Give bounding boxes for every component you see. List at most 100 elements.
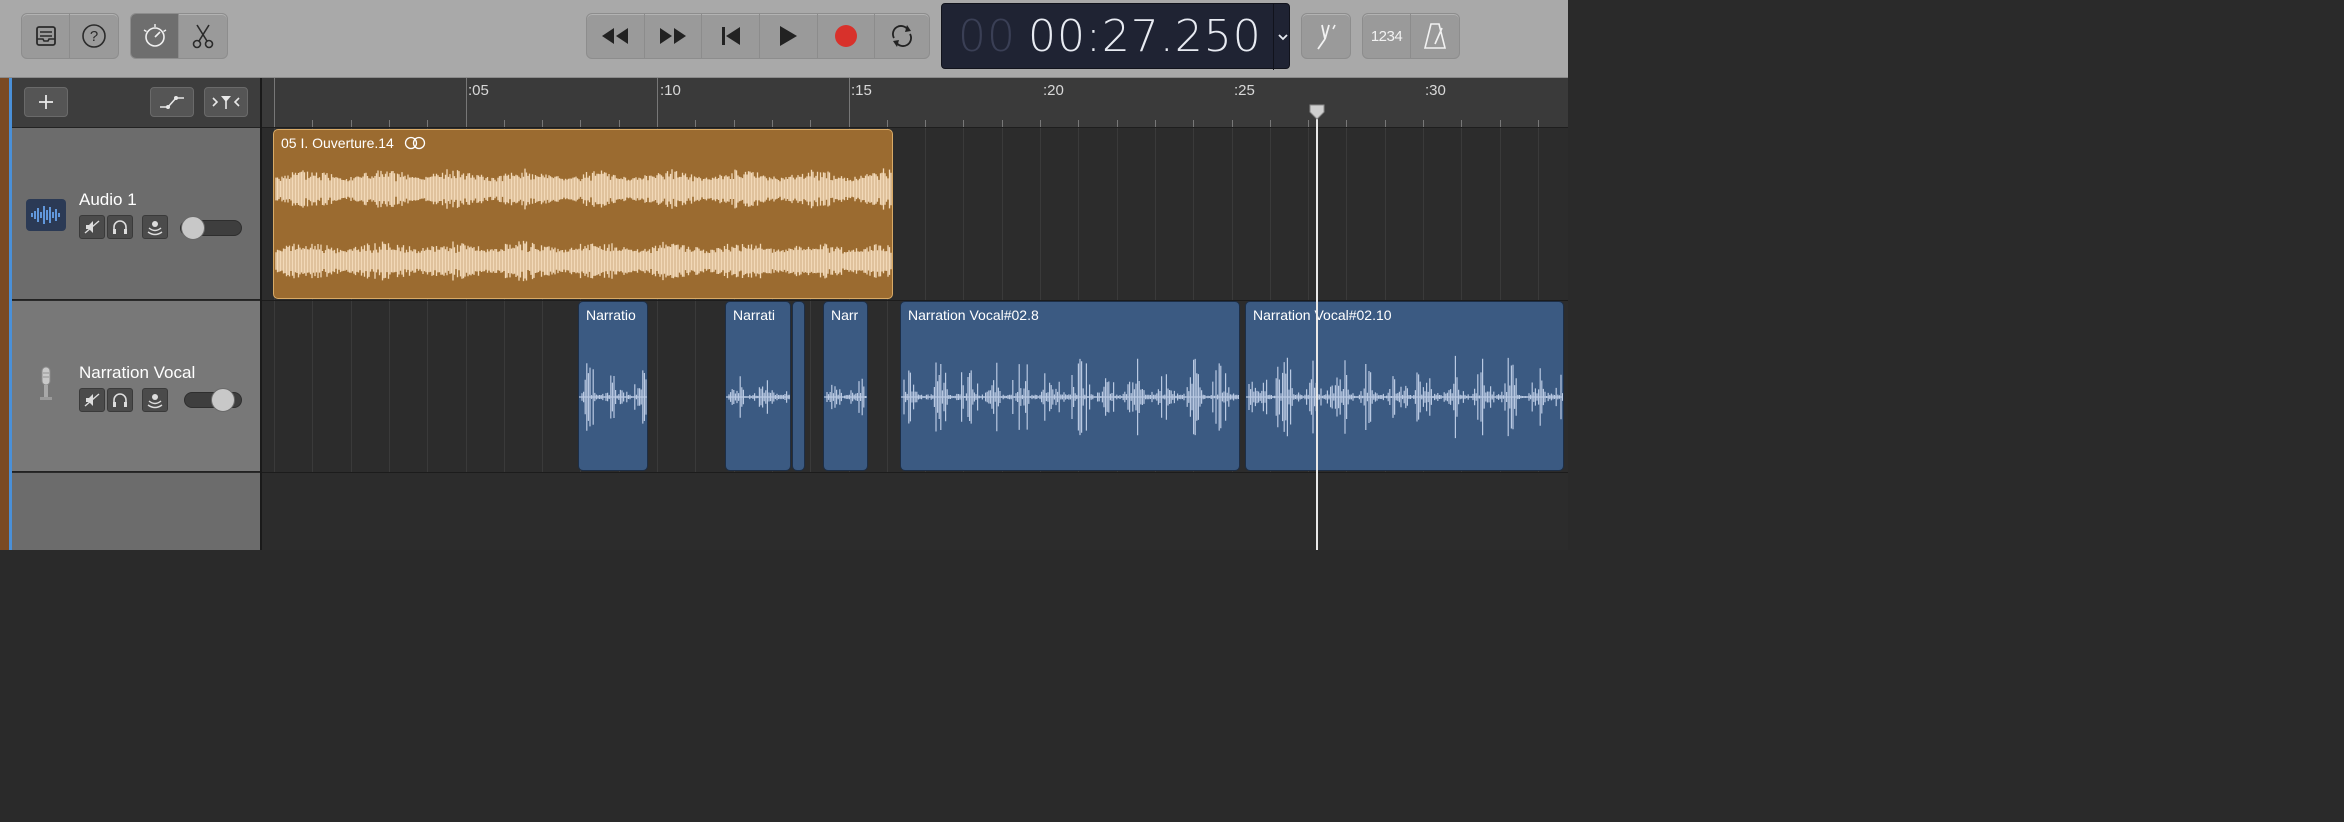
- record-icon: [834, 25, 857, 47]
- plus-icon: [39, 95, 53, 109]
- voice-region[interactable]: [792, 301, 805, 471]
- tuner-button[interactable]: [1302, 14, 1350, 58]
- region-label: Narration Vocal#02.8: [908, 307, 1039, 323]
- track-header-audio-1[interactable]: Audio 1: [12, 128, 260, 300]
- count-in-label: 1234: [1370, 27, 1403, 45]
- library-button[interactable]: [22, 14, 70, 58]
- region-label: Narratio: [586, 307, 636, 323]
- solo-button[interactable]: [107, 215, 133, 239]
- help-icon: ?: [82, 24, 106, 48]
- metronome-button[interactable]: [1411, 14, 1459, 58]
- waveform: [901, 358, 1239, 436]
- ruler-tick: [1384, 120, 1386, 127]
- voice-region[interactable]: Narrati: [725, 301, 791, 471]
- library-icon: [35, 26, 56, 46]
- play-button[interactable]: [760, 14, 818, 58]
- cycle-icon: [892, 25, 913, 47]
- transport-controls: [586, 13, 930, 59]
- fast-forward-icon: [659, 28, 686, 44]
- ruler-tick: [1346, 120, 1348, 127]
- waveform-path: [275, 240, 892, 282]
- solo-headphones-icon: [113, 220, 127, 234]
- track-name-audio-1[interactable]: Audio 1: [79, 190, 137, 210]
- rewind-icon: [602, 28, 629, 44]
- ruler-tick: [1231, 120, 1233, 127]
- waveform: [824, 378, 867, 416]
- go-to-beginning-button[interactable]: [702, 14, 760, 58]
- tuner-icon: [1317, 24, 1336, 50]
- region-name: 05 I. Ouverture.14: [281, 135, 394, 151]
- ruler-tick: [427, 120, 429, 127]
- waveform: [579, 363, 647, 431]
- ruler-tick: [1078, 120, 1080, 127]
- waveform-icon: [26, 199, 66, 231]
- playhead[interactable]: [1316, 110, 1318, 550]
- add-track-button[interactable]: [24, 87, 68, 117]
- audio-region[interactable]: 05 I. Ouverture.14: [273, 129, 893, 299]
- mute-icon: [84, 220, 100, 234]
- editor-button-group: [130, 13, 228, 59]
- timeline-ruler[interactable]: :05 :10 :15 :20 :25 :30: [262, 78, 1568, 128]
- ruler-label: :20: [1043, 82, 1064, 99]
- control-bar: ? 00 00:27.250 1234: [0, 0, 1568, 78]
- record-button[interactable]: [818, 14, 876, 58]
- waveform: [275, 168, 892, 210]
- quick-help-button[interactable]: ?: [70, 14, 118, 58]
- track-header-narration-vocal[interactable]: Narration Vocal: [12, 301, 260, 472]
- playhead-handle[interactable]: [1308, 103, 1326, 121]
- ruler-tick: [1499, 120, 1501, 127]
- track-name-narration-vocal[interactable]: Narration Vocal: [79, 363, 195, 383]
- voice-region[interactable]: Narratio: [578, 301, 648, 471]
- ruler-tick: [503, 120, 505, 127]
- ruler-tick: [1040, 120, 1041, 127]
- ruler-tick: [465, 78, 467, 127]
- empty-track-area[interactable]: [12, 473, 260, 550]
- mute-icon: [84, 393, 100, 407]
- ruler-label: :30: [1425, 82, 1446, 99]
- ruler-tick: [1461, 120, 1463, 127]
- record-enable-icon: [147, 221, 163, 236]
- tracks-area[interactable]: 05 I. Ouverture.14 Narratio Narrati Narr…: [262, 128, 1568, 550]
- waveform-path: [901, 358, 1239, 436]
- volume-knob[interactable]: [211, 388, 235, 412]
- voice-region[interactable]: Narration Vocal#02.10: [1245, 301, 1564, 471]
- ruler-tick: [771, 120, 773, 127]
- automation-icon: [160, 96, 184, 109]
- waveform-path: [726, 376, 790, 418]
- ruler-label: :15: [851, 82, 872, 99]
- volume-knob[interactable]: [181, 216, 205, 240]
- region-label: Narration Vocal#02.10: [1253, 307, 1392, 323]
- region-label: Narrati: [733, 307, 776, 323]
- record-enable-button[interactable]: [142, 215, 168, 239]
- tuner-button-group: [1301, 13, 1351, 59]
- waveform-path: [275, 168, 892, 210]
- mute-button[interactable]: [79, 215, 105, 239]
- lcd-mode-menu[interactable]: [1273, 4, 1291, 70]
- record-enable-icon: [147, 394, 163, 409]
- ruler-tick: [1308, 120, 1310, 127]
- rewind-button[interactable]: [587, 14, 645, 58]
- catch-playhead-button[interactable]: [204, 87, 248, 117]
- solo-button[interactable]: [107, 388, 133, 412]
- fast-forward-button[interactable]: [645, 14, 703, 58]
- ruler-tick: [618, 120, 620, 127]
- ruler-tick: [1193, 120, 1195, 127]
- ruler-tick: [274, 78, 275, 127]
- waveform-path: [1246, 355, 1563, 439]
- voice-region[interactable]: Narration Vocal#02.8: [900, 301, 1240, 471]
- cycle-button[interactable]: [875, 14, 929, 58]
- lcd-display[interactable]: 00 00:27.250: [941, 3, 1291, 70]
- mute-button[interactable]: [79, 388, 105, 412]
- editors-button[interactable]: [179, 14, 227, 58]
- smart-controls-button[interactable]: [131, 14, 180, 58]
- voice-region[interactable]: Narr: [823, 301, 868, 471]
- play-icon: [780, 26, 798, 46]
- ruler-label: :05: [468, 82, 489, 99]
- go-to-beginning-icon: [721, 27, 740, 45]
- count-in-button[interactable]: 1234: [1363, 14, 1412, 58]
- automation-button[interactable]: [150, 87, 194, 117]
- record-enable-button[interactable]: [142, 388, 168, 412]
- waveform-path: [579, 363, 647, 431]
- waveform: [1246, 355, 1563, 439]
- ruler-label: :10: [660, 82, 681, 99]
